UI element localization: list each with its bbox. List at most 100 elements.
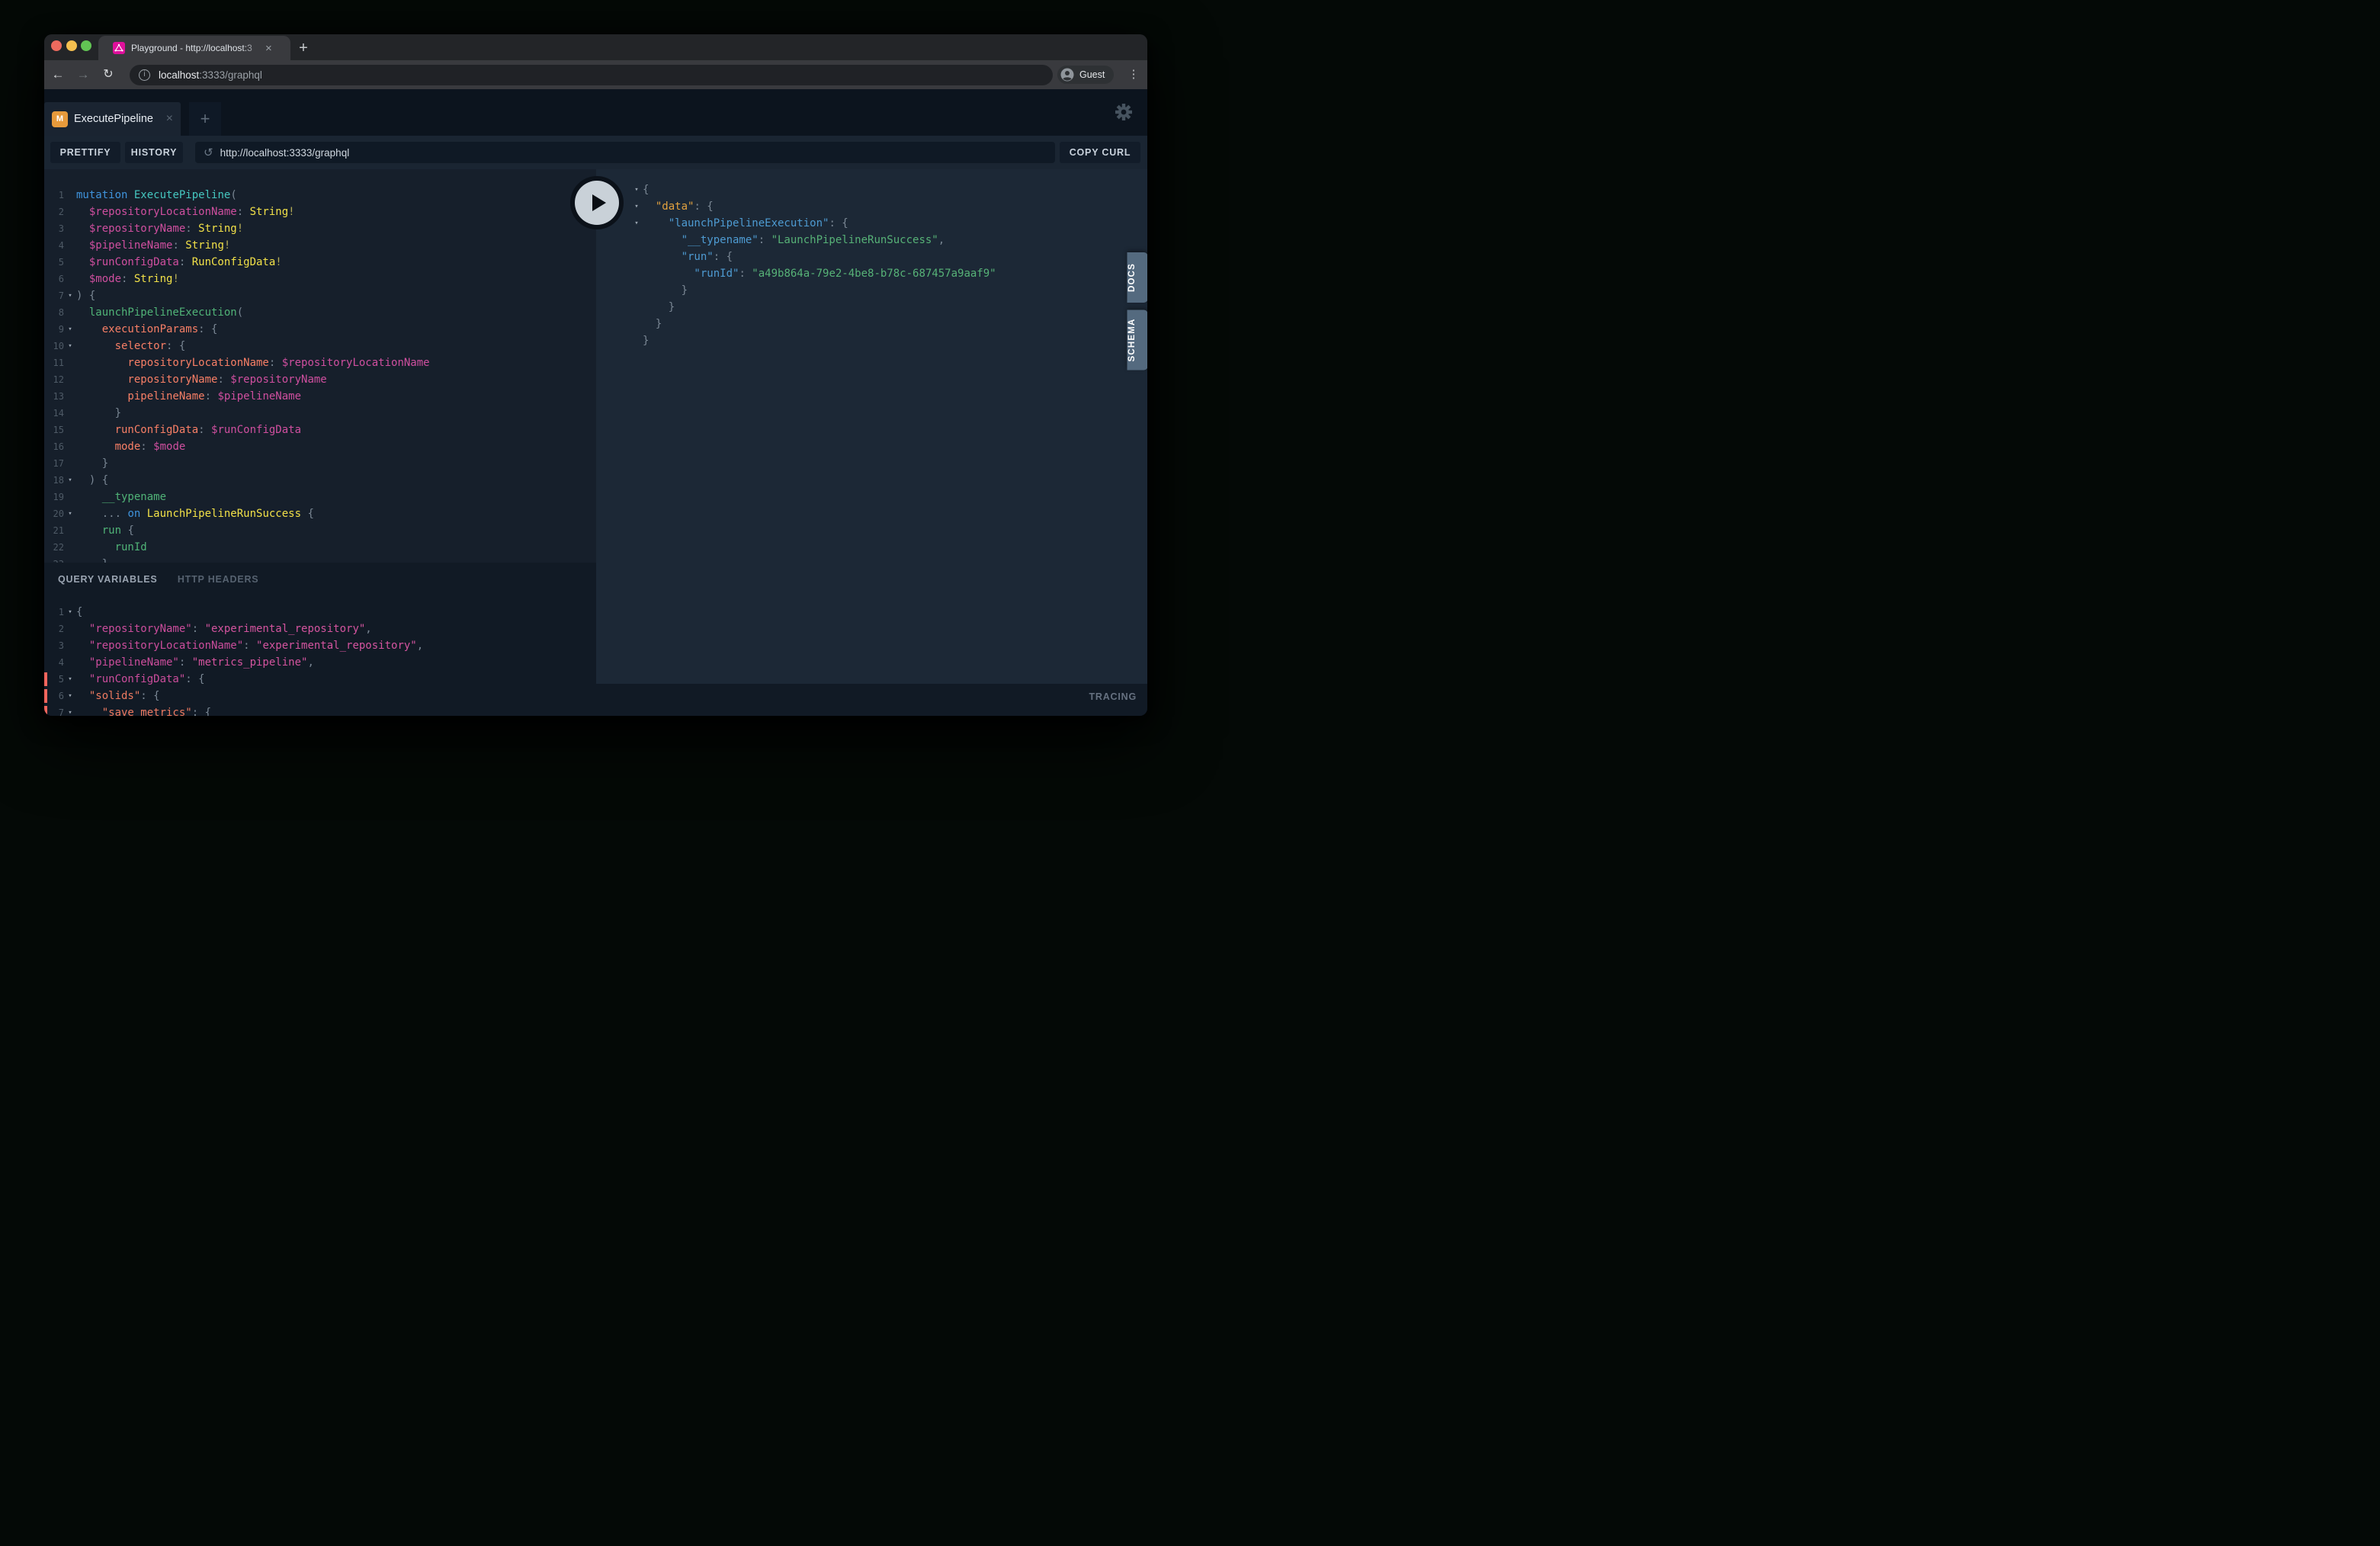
tab-http-headers[interactable]: HTTP HEADERS bbox=[178, 574, 259, 585]
fold-spacer bbox=[630, 316, 643, 332]
query-editor-pane[interactable]: 1mutation ExecutePipeline(2 $repositoryL… bbox=[44, 169, 596, 563]
code-line[interactable]: 7▾) { bbox=[44, 287, 596, 304]
history-button[interactable]: HISTORY bbox=[125, 142, 183, 163]
code-text: repositoryLocationName: $repositoryLocat… bbox=[76, 354, 430, 371]
code-line[interactable]: } bbox=[596, 332, 1147, 349]
forward-icon[interactable]: → bbox=[73, 60, 93, 89]
code-line[interactable]: 1▾{ bbox=[44, 604, 596, 621]
fold-arrow-icon[interactable]: ▾ bbox=[64, 671, 76, 688]
reload-icon[interactable]: ↻ bbox=[98, 60, 118, 89]
new-tab-button[interactable]: + bbox=[293, 37, 314, 59]
code-line[interactable]: 3 "repositoryLocationName": "experimenta… bbox=[44, 637, 596, 654]
fold-arrow-icon[interactable]: ▾ bbox=[64, 287, 76, 304]
graphql-favicon bbox=[113, 42, 125, 54]
window-minimize-button[interactable] bbox=[66, 40, 77, 51]
fold-arrow-icon[interactable]: ▾ bbox=[64, 472, 76, 489]
code-text: "repositoryLocationName": "experimental_… bbox=[76, 637, 423, 654]
code-line[interactable]: 16 mode: $mode bbox=[44, 438, 596, 455]
code-line[interactable]: 21 run { bbox=[44, 522, 596, 539]
browser-tab[interactable]: Playground - http://localhost:3 × bbox=[98, 36, 290, 60]
code-line[interactable]: 6▾ "solids": { bbox=[44, 688, 596, 704]
code-line[interactable]: 1mutation ExecutePipeline( bbox=[44, 187, 596, 204]
playground-tab-executepipeline[interactable]: M ExecutePipeline × bbox=[44, 102, 181, 136]
code-line[interactable]: 2 "repositoryName": "experimental_reposi… bbox=[44, 621, 596, 637]
prettify-button[interactable]: PRETTIFY bbox=[50, 142, 120, 163]
code-line[interactable]: 11 repositoryLocationName: $repositoryLo… bbox=[44, 354, 596, 371]
fold-spacer bbox=[64, 539, 76, 556]
fold-arrow-icon[interactable]: ▾ bbox=[64, 604, 76, 621]
fold-arrow-icon[interactable]: ▾ bbox=[630, 198, 643, 215]
graphql-playground: M ExecutePipeline × + bbox=[44, 89, 1147, 716]
code-line[interactable]: 14 } bbox=[44, 405, 596, 422]
line-number: 3 bbox=[44, 220, 64, 237]
kebab-menu-icon[interactable]: ⋮ bbox=[1124, 60, 1143, 89]
code-line[interactable]: ▾ "launchPipelineExecution": { bbox=[596, 215, 1147, 232]
copy-curl-button[interactable]: COPY CURL bbox=[1060, 142, 1140, 163]
line-number: 16 bbox=[44, 438, 64, 455]
window-zoom-button[interactable] bbox=[81, 40, 91, 51]
code-text: mode: $mode bbox=[76, 438, 185, 455]
line-number: 17 bbox=[44, 455, 64, 472]
code-line[interactable]: 12 repositoryName: $repositoryName bbox=[44, 371, 596, 388]
address-bar[interactable]: i localhost:3333/graphql bbox=[130, 65, 1053, 85]
code-line[interactable]: 2 $repositoryLocationName: String! bbox=[44, 204, 596, 220]
line-number: 12 bbox=[44, 371, 64, 388]
code-line[interactable]: 9▾ executionParams: { bbox=[44, 321, 596, 338]
code-text: } bbox=[643, 299, 675, 316]
playground-tab-close-icon[interactable]: × bbox=[166, 113, 173, 125]
tracing-toggle[interactable]: TRACING bbox=[1089, 691, 1137, 702]
code-line[interactable]: 3 $repositoryName: String! bbox=[44, 220, 596, 237]
code-line[interactable]: 5 $runConfigData: RunConfigData! bbox=[44, 254, 596, 271]
docs-side-tab[interactable]: DOCS bbox=[1127, 252, 1148, 303]
execute-query-button[interactable] bbox=[570, 176, 624, 229]
line-number: 23 bbox=[44, 556, 64, 563]
settings-gear-icon[interactable] bbox=[1115, 103, 1133, 121]
fold-spacer bbox=[64, 455, 76, 472]
undo-icon[interactable]: ↻ bbox=[204, 146, 213, 159]
tab-query-variables[interactable]: QUERY VARIABLES bbox=[58, 574, 158, 585]
code-line[interactable]: 6 $mode: String! bbox=[44, 271, 596, 287]
code-line[interactable]: 7▾ "save_metrics": { bbox=[44, 704, 596, 717]
code-line[interactable]: 4 "pipelineName": "metrics_pipeline", bbox=[44, 654, 596, 671]
add-playground-tab-button[interactable]: + bbox=[189, 102, 221, 136]
info-icon[interactable]: i bbox=[139, 69, 150, 81]
code-line[interactable]: 20▾ ... on LaunchPipelineRunSuccess { bbox=[44, 505, 596, 522]
code-line[interactable]: } bbox=[596, 316, 1147, 332]
code-line[interactable]: "__typename": "LaunchPipelineRunSuccess"… bbox=[596, 232, 1147, 249]
code-line[interactable]: 23 } bbox=[44, 556, 596, 563]
code-line[interactable]: "run": { bbox=[596, 249, 1147, 265]
fold-arrow-icon[interactable]: ▾ bbox=[630, 181, 643, 198]
code-line[interactable]: 17 } bbox=[44, 455, 596, 472]
code-line[interactable]: 13 pipelineName: $pipelineName bbox=[44, 388, 596, 405]
fold-arrow-icon[interactable]: ▾ bbox=[64, 704, 76, 717]
line-number: 1 bbox=[44, 187, 64, 204]
variables-editor[interactable]: 1▾{2 "repositoryName": "experimental_rep… bbox=[44, 604, 596, 717]
code-line[interactable]: } bbox=[596, 299, 1147, 316]
tab-close-icon[interactable]: × bbox=[265, 43, 272, 54]
endpoint-input[interactable]: ↻ http://localhost:3333/graphql bbox=[195, 142, 1055, 163]
window-close-button[interactable] bbox=[51, 40, 62, 51]
fold-arrow-icon[interactable]: ▾ bbox=[64, 688, 76, 704]
code-line[interactable]: 4 $pipelineName: String! bbox=[44, 237, 596, 254]
response-pane: ▾{▾ "data": {▾ "launchPipelineExecution"… bbox=[596, 169, 1147, 684]
fold-arrow-icon[interactable]: ▾ bbox=[64, 321, 76, 338]
code-line[interactable]: "runId": "a49b864a-79e2-4be8-b78c-687457… bbox=[596, 265, 1147, 282]
code-line[interactable]: 22 runId bbox=[44, 539, 596, 556]
code-line[interactable]: ▾{ bbox=[596, 181, 1147, 198]
code-line[interactable]: 5▾ "runConfigData": { bbox=[44, 671, 596, 688]
code-text: "run": { bbox=[643, 249, 733, 265]
code-line[interactable]: 15 runConfigData: $runConfigData bbox=[44, 422, 596, 438]
code-line[interactable]: 19 __typename bbox=[44, 489, 596, 505]
code-text: } bbox=[643, 282, 688, 299]
code-line[interactable]: 8 launchPipelineExecution( bbox=[44, 304, 596, 321]
code-line[interactable]: ▾ "data": { bbox=[596, 198, 1147, 215]
profile-button[interactable]: Guest bbox=[1057, 66, 1114, 84]
schema-side-tab[interactable]: SCHEMA bbox=[1127, 310, 1148, 370]
fold-arrow-icon[interactable]: ▾ bbox=[630, 215, 643, 232]
fold-arrow-icon[interactable]: ▾ bbox=[64, 505, 76, 522]
code-line[interactable]: 18▾ ) { bbox=[44, 472, 596, 489]
code-line[interactable]: 10▾ selector: { bbox=[44, 338, 596, 354]
code-line[interactable]: } bbox=[596, 282, 1147, 299]
fold-arrow-icon[interactable]: ▾ bbox=[64, 338, 76, 354]
back-icon[interactable]: ← bbox=[48, 60, 68, 89]
